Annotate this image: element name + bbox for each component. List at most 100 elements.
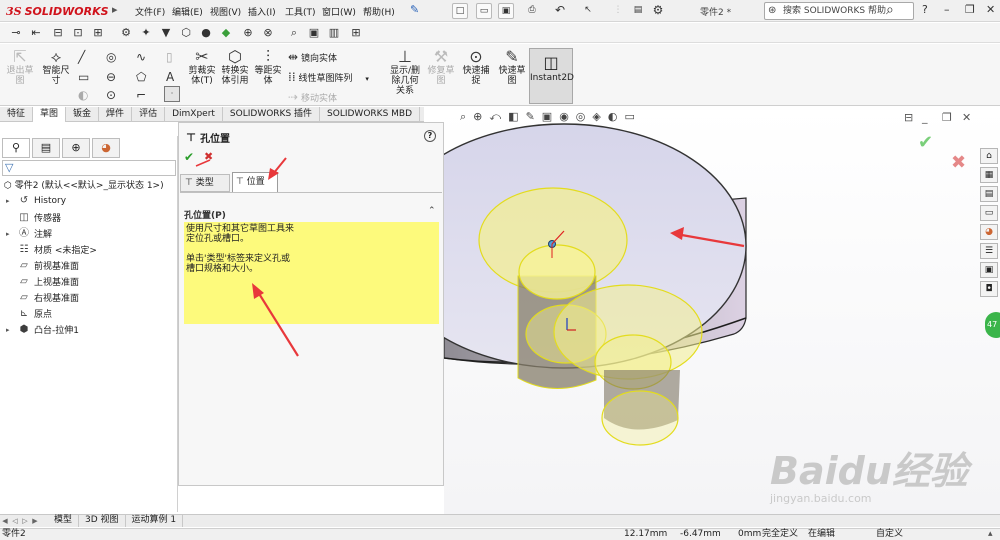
tab-position[interactable]: ⊤ 位置 — [232, 172, 278, 192]
previous-view-icon[interactable]: ⤺ — [489, 110, 501, 124]
first-tab-icon[interactable]: ◀ — [0, 517, 10, 525]
viewport-close-icon[interactable]: ✕ — [962, 111, 971, 124]
feature-tree-tab-icon[interactable]: ⚲ — [2, 138, 30, 158]
instant2d-button[interactable]: ◫ Instant2D — [529, 48, 574, 104]
toolbar-item-icon[interactable]: ▥ — [326, 25, 342, 40]
quick-snaps-button[interactable]: ⊙ 快速捕捉 — [460, 48, 492, 87]
circle-icon[interactable]: ◎ — [106, 50, 116, 64]
viewport-minimize-icon[interactable]: _ — [922, 111, 928, 124]
display-relations-button[interactable]: ⊥ 显示/删除几何关系 — [388, 48, 422, 97]
expand-arrow-icon[interactable]: ▸ — [6, 326, 14, 334]
rectangle-icon[interactable]: ▭ — [78, 70, 89, 84]
minimize-icon[interactable]: – — [944, 3, 950, 16]
new-document-icon[interactable]: □ — [452, 3, 468, 19]
help-icon[interactable]: ? — [424, 130, 436, 142]
solidworks-forum-icon[interactable]: ◘ — [980, 281, 998, 297]
toolbar-item-icon[interactable]: ⊡ — [70, 25, 86, 40]
rebuild-icon[interactable]: ▤ — [630, 3, 646, 19]
text-icon[interactable]: A — [166, 70, 174, 84]
apply-scene-icon[interactable]: ◐ — [608, 110, 618, 124]
toolbar-item-icon[interactable]: ⊟ — [50, 25, 66, 40]
toolbar-item-icon[interactable]: ⊕ — [240, 25, 256, 40]
smart-dimension-button[interactable]: ⟡ 智能尺寸 — [40, 48, 72, 87]
property-manager-tab-icon[interactable]: ▤ — [32, 138, 60, 158]
fillet-icon[interactable]: ◐ — [78, 88, 88, 102]
toolbar-item-icon[interactable]: ⊗ — [260, 25, 276, 40]
tab-dimxpert[interactable]: DimXpert — [165, 107, 223, 122]
chevron-up-icon[interactable]: ⌃ — [428, 206, 436, 216]
edit-appearance-icon[interactable]: ◈ — [592, 110, 600, 124]
side-status-badge[interactable]: 47 — [985, 312, 1000, 338]
display-style-icon[interactable]: ◉ — [559, 110, 569, 124]
help-question-icon[interactable]: ? — [922, 3, 928, 16]
solidworks-logo[interactable]: 3S SOLIDWORKS — [6, 4, 109, 18]
menu-edit[interactable]: 编辑(E) — [172, 5, 203, 18]
offset-entities-button[interactable]: ⫶ 等距实体 — [252, 48, 284, 87]
cancel-x-icon[interactable]: ✖ — [204, 150, 213, 163]
prev-tab-icon[interactable]: ◁ — [10, 517, 20, 525]
display-manager-tab-icon[interactable]: ◕ — [92, 138, 120, 158]
zoom-to-fit-icon[interactable]: ⌕ — [460, 110, 466, 124]
menu-tools[interactable]: 工具(T) — [285, 5, 316, 18]
confirm-corner-cancel-icon[interactable]: ✖ — [951, 152, 966, 173]
confirm-corner-check-icon[interactable]: ✔ — [918, 132, 933, 153]
trim-entities-button[interactable]: ✂ 剪裁实体(T) — [186, 48, 218, 87]
slot-icon[interactable]: ⊖ — [106, 70, 116, 84]
mirror-entities-button[interactable]: ⇹ 镜向实体 — [288, 50, 337, 64]
toolbar-item-icon[interactable]: ⊞ — [348, 25, 364, 40]
tab-sketch[interactable]: 草图 — [33, 107, 67, 122]
spline-icon[interactable]: ∿ — [136, 50, 146, 64]
toolbar-item-icon[interactable]: ⊞ — [90, 25, 106, 40]
feature-tree-item[interactable]: ☷ 材质 <未指定> — [6, 243, 97, 257]
traffic-light-icon[interactable]: ⋮ — [610, 3, 626, 19]
toolbar-item-icon[interactable]: ◆ — [218, 25, 234, 40]
status-units[interactable]: 自定义 — [876, 529, 903, 540]
search-icon[interactable]: ⌕ — [886, 2, 894, 18]
feature-tree-filter[interactable]: ▽ — [2, 160, 176, 176]
next-tab-icon[interactable]: ▷ — [20, 517, 30, 525]
tab-addins[interactable]: SOLIDWORKS 插件 — [223, 107, 321, 122]
feature-tree-root[interactable]: ⬡ 零件2 (默认<<默认>_显示状态 1>) — [4, 178, 164, 191]
tab-motion-study[interactable]: 运动算例 1 — [126, 515, 184, 527]
feature-tree-item[interactable]: ⊾ 原点 — [6, 307, 52, 321]
plane-sketch-icon[interactable]: ▯ — [166, 50, 173, 64]
expand-arrow-icon[interactable]: ▸ — [6, 230, 14, 238]
feature-tree-item[interactable]: ▱ 上视基准面 — [6, 275, 79, 289]
close-icon[interactable]: ✕ — [986, 3, 995, 16]
restore-icon[interactable]: ❐ — [965, 3, 975, 16]
exit-sketch-button[interactable]: ⇱ 退出草图 — [4, 48, 36, 87]
feature-tree-item[interactable]: ▸ ⬢ 凸台-拉伸1 — [6, 323, 79, 337]
viewport-tile-icon[interactable]: ❐ — [942, 111, 952, 124]
last-tab-icon[interactable]: ▶ — [30, 517, 40, 525]
rapid-sketch-button[interactable]: ✎ 快速草图 — [496, 48, 528, 87]
view-orientation-icon[interactable]: ▣ — [542, 110, 552, 124]
home-icon[interactable]: ⌂ — [980, 148, 998, 164]
toolbar-item-icon[interactable]: ✦ — [138, 25, 154, 40]
sketch-fillet-icon[interactable]: ⌐ — [136, 88, 146, 102]
file-explorer-icon[interactable]: ▭ — [980, 205, 998, 221]
feature-tree-item[interactable]: ▸ Ⓐ 注解 — [6, 227, 52, 241]
pin-icon[interactable]: ✎ — [410, 3, 419, 16]
appearances-icon[interactable]: ◕ — [980, 224, 998, 240]
resources-icon[interactable]: ▦ — [980, 167, 998, 183]
tab-features[interactable]: 特征 — [0, 107, 34, 122]
design-library-icon[interactable]: ▤ — [980, 186, 998, 202]
status-expand-icon[interactable]: ▴ — [988, 529, 993, 540]
polygon-icon[interactable]: ⬠ — [136, 70, 146, 84]
configuration-tab-icon[interactable]: ⊕ — [62, 138, 90, 158]
forum-icon[interactable]: ▣ — [980, 262, 998, 278]
tab-weldments[interactable]: 焊件 — [99, 107, 133, 122]
toolbar-item-icon[interactable]: ● — [198, 25, 214, 40]
point-select-icon[interactable]: · — [164, 86, 180, 102]
settings-icon[interactable]: ⚙ — [118, 25, 134, 40]
toolbar-item-icon[interactable]: ▣ — [306, 25, 322, 40]
line-tool-icon[interactable]: ⊸ — [8, 25, 24, 40]
expand-arrow-icon[interactable]: ▸ — [6, 197, 14, 205]
print-icon[interactable]: ⎙ — [524, 3, 540, 19]
select-cursor-icon[interactable]: ↖ — [580, 3, 596, 19]
toolbar-arrow-icon[interactable]: ⇤ — [28, 25, 44, 40]
custom-properties-icon[interactable]: ☰ — [980, 243, 998, 259]
menu-file[interactable]: 文件(F) — [135, 5, 165, 18]
menu-view[interactable]: 视图(V) — [210, 5, 241, 18]
open-file-icon[interactable]: ▭ — [476, 3, 492, 19]
